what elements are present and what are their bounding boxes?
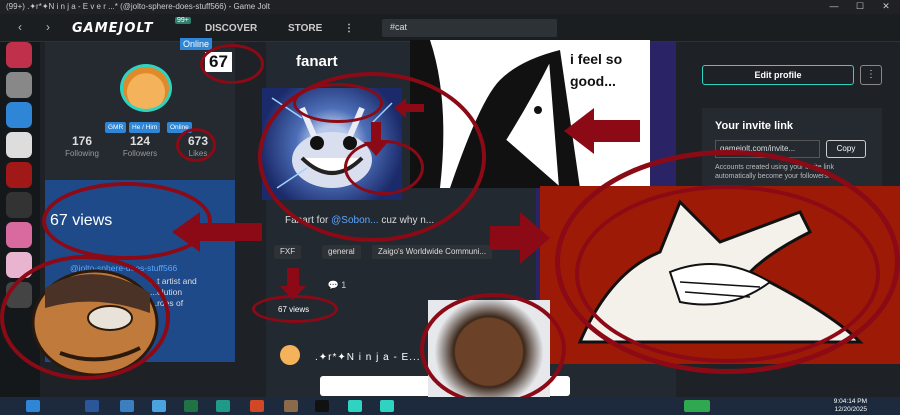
store-link[interactable]: STORE xyxy=(288,23,322,34)
discover-link[interactable]: DISCOVER xyxy=(205,23,257,34)
overlay-ellipse xyxy=(0,255,170,380)
app-icon[interactable] xyxy=(284,400,298,412)
start-icon[interactable] xyxy=(26,400,40,412)
window-titlebar: (99+) .✦r*✦N i n j a - E v e r ...* (@jo… xyxy=(0,0,900,14)
online-badge: Online xyxy=(180,38,213,50)
taskbar-clock[interactable]: 9:04:14 PM 12/20/2025 xyxy=(825,398,867,414)
app-icon[interactable] xyxy=(6,42,32,68)
gamejolt-logo[interactable]: GAMEJOLT xyxy=(72,21,153,36)
next-post-author[interactable]: .✦r*✦N i n j a - E... xyxy=(315,352,421,363)
profile-avatar[interactable] xyxy=(120,64,172,112)
app-icon[interactable] xyxy=(6,102,32,128)
minimize-button[interactable]: — xyxy=(826,1,842,12)
app-icon[interactable] xyxy=(216,400,230,412)
search-input[interactable]: #cat xyxy=(382,19,557,37)
top-navbar: ‹ › GAMEJOLT 99+ DISCOVER STORE ⋮ #cat xyxy=(0,14,900,42)
post-tag-general[interactable]: general xyxy=(322,245,361,259)
app-icon[interactable] xyxy=(6,132,32,158)
windows-taskbar xyxy=(0,397,900,415)
app-icon[interactable] xyxy=(6,192,32,218)
more-menu-icon[interactable]: ⋮ xyxy=(344,23,354,34)
overlay-arrow xyxy=(364,122,388,156)
comment-icon[interactable]: 💬 xyxy=(328,280,339,290)
overlay-ellipse xyxy=(200,44,264,84)
store-icon[interactable] xyxy=(152,400,166,412)
powerpoint-icon[interactable] xyxy=(250,400,264,412)
post-title: fanart xyxy=(296,53,338,70)
following-count[interactable]: 176 xyxy=(57,134,107,148)
copy-button[interactable]: Copy xyxy=(826,140,866,158)
window-title: (99+) .✦r*✦N i n j a - E v e r ...* (@jo… xyxy=(6,2,270,11)
overlay-arrow xyxy=(172,212,262,252)
overlay-arrow xyxy=(564,108,640,154)
comment-count[interactable]: 1 xyxy=(341,280,346,290)
overlay-ellipse xyxy=(293,83,383,123)
overlay-ellipse xyxy=(176,128,216,162)
tag-pronouns: He / Him xyxy=(129,122,161,133)
maximize-button[interactable]: ☐ xyxy=(852,1,868,12)
tiktok-icon[interactable] xyxy=(315,400,329,412)
edit-profile-button[interactable]: Edit profile xyxy=(702,65,854,85)
overlay-arrow xyxy=(394,98,424,118)
file-explorer-icon[interactable] xyxy=(120,400,134,412)
overlay-ellipse xyxy=(420,293,566,405)
profile-more-button[interactable]: ⋮ xyxy=(860,65,882,85)
followers-count[interactable]: 124 xyxy=(115,134,165,148)
word-icon[interactable] xyxy=(85,400,99,412)
excel-icon[interactable] xyxy=(184,400,198,412)
gamejolt-icon[interactable] xyxy=(380,400,394,412)
clock-time: 9:04:14 PM xyxy=(833,398,867,405)
notification-badge: 99+ xyxy=(175,17,191,24)
overlay-caption: i feel so good... xyxy=(570,51,623,89)
tag-gmr: GMR xyxy=(105,122,127,133)
battery-icon[interactable] xyxy=(684,400,710,412)
clock-date: 12/20/2025 xyxy=(834,406,867,413)
gamejolt-icon[interactable] xyxy=(348,400,362,412)
overlay-ellipse xyxy=(575,185,880,363)
followers-label: Followers xyxy=(122,149,158,158)
post-tag-community[interactable]: Zaigo's Worldwide Communi... xyxy=(372,245,493,259)
app-icon[interactable] xyxy=(6,162,32,188)
close-button[interactable]: ✕ xyxy=(878,1,894,12)
next-post-avatar[interactable] xyxy=(280,345,300,365)
post-tag-fxf[interactable]: FXF xyxy=(274,245,302,259)
invite-title: Your invite link xyxy=(715,120,794,132)
following-label: Following xyxy=(65,149,99,158)
overlay-arrow xyxy=(490,212,550,264)
forward-icon[interactable]: › xyxy=(46,20,50,34)
app-icon[interactable] xyxy=(6,72,32,98)
app-icon[interactable] xyxy=(6,222,32,248)
overlay-arrow xyxy=(280,268,306,300)
back-icon[interactable]: ‹ xyxy=(18,20,22,34)
